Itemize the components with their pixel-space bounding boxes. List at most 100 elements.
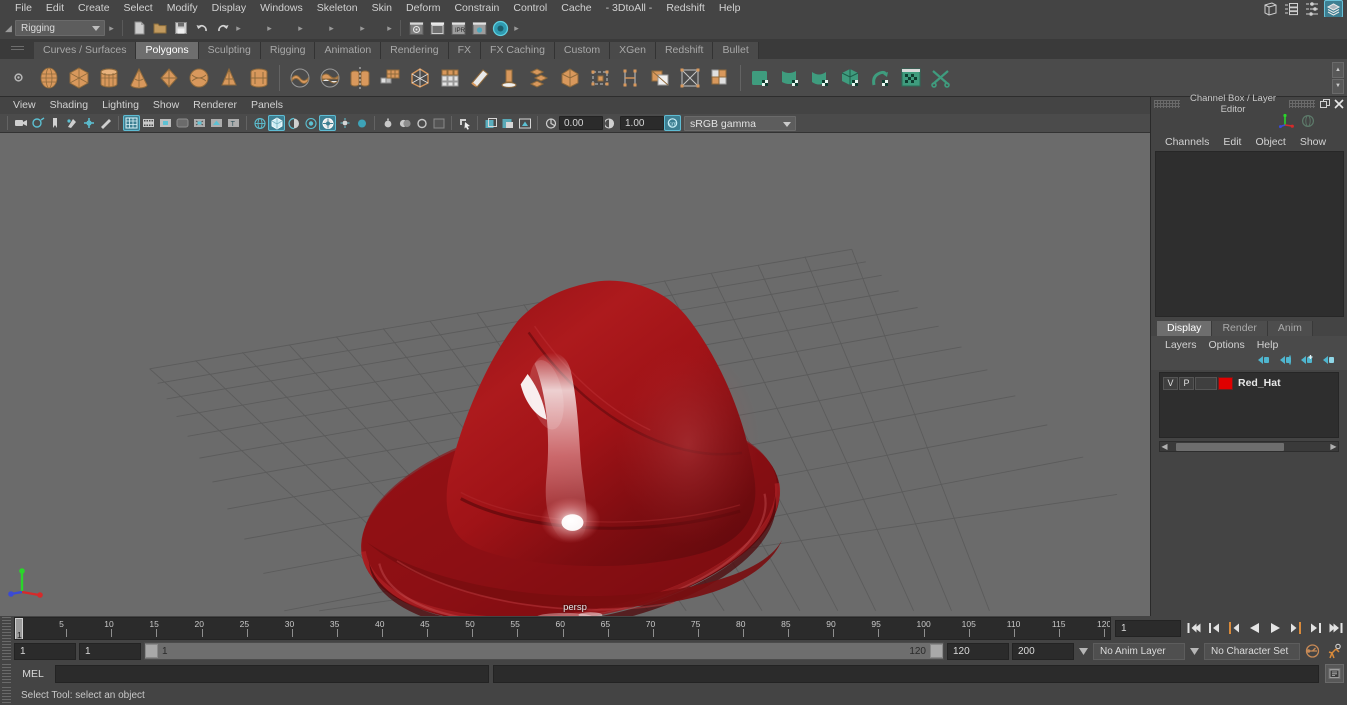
menu-display[interactable]: Display (205, 0, 253, 17)
redo-icon[interactable] (213, 19, 232, 37)
shelf-tab-redshift[interactable]: Redshift (655, 42, 714, 59)
time-slider-track[interactable]: 1 5 10 15 20 25 30 35 40 45 50 55 60 65 70 75 80 85 90 95 1… (14, 616, 1111, 640)
texture-display-icon[interactable]: T (225, 115, 242, 131)
viewport-3d-canvas[interactable]: persp (0, 133, 1150, 616)
color-management-combo[interactable]: sRGB gamma (684, 115, 796, 131)
2d-pan-zoom-icon[interactable] (80, 115, 97, 131)
render-settings-icon[interactable]: IPR (449, 19, 468, 37)
go-to-start-icon[interactable] (1185, 619, 1204, 638)
step-forward-frame-icon[interactable] (1305, 619, 1324, 638)
sl-group-1-collapse[interactable]: ▸ (234, 19, 243, 37)
channelbox-menu-edit[interactable]: Edit (1217, 134, 1247, 151)
range-end-handle[interactable] (930, 644, 943, 658)
xray-icon[interactable] (208, 115, 225, 131)
uv-planar-icon[interactable] (746, 62, 776, 94)
separate-icon[interactable] (435, 62, 465, 94)
viewport-menu-view[interactable]: View (6, 97, 43, 114)
layer-name-label[interactable]: Red_Hat (1238, 377, 1281, 389)
menu-cache[interactable]: Cache (554, 0, 598, 17)
layer-playback-toggle[interactable]: P (1179, 376, 1194, 390)
xray-joints-icon[interactable] (191, 115, 208, 131)
extrude-icon[interactable] (495, 62, 525, 94)
play-forwards-icon[interactable] (1265, 619, 1284, 638)
shelf-tab-rigging[interactable]: Rigging (260, 42, 316, 59)
command-line-grip[interactable] (2, 663, 11, 684)
uv-editor-icon[interactable] (705, 62, 735, 94)
sl-group-3-collapse[interactable]: ▸ (296, 19, 305, 37)
channel-box-content[interactable] (1155, 151, 1344, 317)
gate-mask-icon[interactable] (174, 115, 191, 131)
hypershade-icon[interactable] (491, 19, 510, 37)
scroll-left-icon[interactable]: ◀ (1160, 442, 1169, 451)
sculpt-tool-icon[interactable] (675, 62, 705, 94)
shelf-tab-bullet[interactable]: Bullet (713, 42, 759, 59)
animation-end-field[interactable]: 200 (1012, 642, 1074, 660)
viewport-menu-lighting[interactable]: Lighting (95, 97, 146, 114)
panel-drag-grip[interactable] (1154, 100, 1180, 108)
menu-deform[interactable]: Deform (399, 0, 447, 17)
viewport-menu-renderer[interactable]: Renderer (186, 97, 244, 114)
anim-layer-chevron-down-icon[interactable] (1077, 642, 1090, 660)
exposure-field[interactable]: 0.00 (559, 116, 603, 130)
shelf-tab-animation[interactable]: Animation (315, 42, 382, 59)
shelf-scroll-down-icon[interactable]: ▼ (1332, 78, 1344, 94)
step-forward-key-icon[interactable] (1285, 619, 1304, 638)
uv-snapshot-icon[interactable] (896, 62, 926, 94)
shelf-tab-sculpting[interactable]: Sculpting (198, 42, 261, 59)
panel-layout-icon[interactable] (482, 115, 499, 131)
shelf-scroll-buttons[interactable]: ▲ ▼ (1332, 62, 1344, 94)
menu-redshift[interactable]: Redshift (659, 0, 712, 17)
menu-set-selector[interactable]: Rigging (15, 20, 105, 36)
channelbox-menu-show[interactable]: Show (1294, 134, 1332, 151)
step-back-key-icon[interactable] (1225, 619, 1244, 638)
menu-help[interactable]: Help (712, 0, 748, 17)
sphere-icon[interactable] (1301, 114, 1315, 131)
channelbox-menu-object[interactable]: Object (1249, 134, 1291, 151)
uv-cylindrical-icon[interactable] (776, 62, 806, 94)
grid-toggle-icon[interactable] (123, 115, 140, 131)
wireframe-icon[interactable] (251, 115, 268, 131)
gamma-icon[interactable] (603, 115, 620, 131)
textured-icon[interactable] (302, 115, 319, 131)
poly-soccer-ball-icon[interactable] (345, 62, 375, 94)
shelf-tab-fx-caching[interactable]: FX Caching (481, 42, 555, 59)
grab-viewport-icon[interactable] (516, 115, 533, 131)
bridge-icon[interactable] (555, 62, 585, 94)
menu-3dtoall[interactable]: - 3DtoAll - (599, 0, 660, 17)
range-bar[interactable]: 1 120 (144, 642, 944, 660)
layer-next-icon[interactable] (1278, 354, 1293, 369)
command-language-label[interactable]: MEL (15, 668, 51, 680)
combine-icon[interactable] (405, 62, 435, 94)
step-back-frame-icon[interactable] (1205, 619, 1224, 638)
poly-cone-icon[interactable] (124, 62, 154, 94)
poly-pyramid-icon[interactable] (244, 62, 274, 94)
render-icon[interactable] (407, 19, 426, 37)
color-management-toggle-icon[interactable]: cm (664, 115, 681, 131)
poly-cube-icon[interactable] (64, 62, 94, 94)
select-camera-icon[interactable] (12, 115, 29, 131)
axis-gizmo-icon[interactable] (1278, 113, 1295, 132)
isolate-select-icon[interactable] (456, 115, 473, 131)
layer-row[interactable]: V P Red_Hat (1163, 376, 1335, 390)
new-layer-icon[interactable] (1300, 354, 1315, 369)
depth-of-field-icon[interactable] (413, 115, 430, 131)
poly-pipe-icon[interactable] (285, 62, 315, 94)
shelf-tab-fx[interactable]: FX (448, 42, 482, 59)
lighting-icon[interactable] (319, 115, 336, 131)
range-start-handle[interactable] (145, 644, 158, 658)
new-layer-from-selected-icon[interactable] (1322, 354, 1337, 369)
character-set-field[interactable]: No Character Set (1204, 642, 1300, 660)
menu-edit[interactable]: Edit (39, 0, 71, 17)
sl-group-7-collapse[interactable]: ▸ (512, 19, 521, 37)
menu-select[interactable]: Select (117, 0, 160, 17)
poly-plane-icon[interactable] (154, 62, 184, 94)
workspace-icon[interactable] (1261, 0, 1280, 18)
sl-group-5-collapse[interactable]: ▸ (358, 19, 367, 37)
range-slider-grip[interactable] (2, 641, 11, 661)
help-line-grip[interactable] (2, 686, 11, 704)
play-backwards-icon[interactable] (1245, 619, 1264, 638)
open-scene-icon[interactable] (150, 19, 169, 37)
quad-draw-icon[interactable] (645, 62, 675, 94)
target-weld-icon[interactable] (615, 62, 645, 94)
smooth-shade-icon[interactable] (268, 115, 285, 131)
